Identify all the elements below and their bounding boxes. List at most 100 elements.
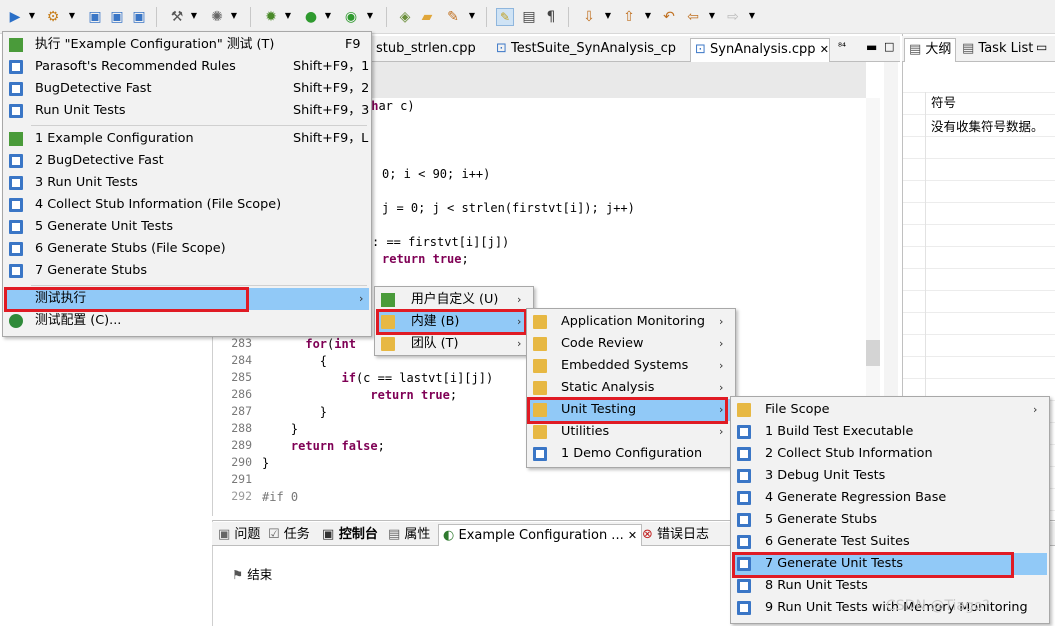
back-icon[interactable]: ⇦: [684, 8, 702, 26]
menu-item-application-monitoring[interactable]: Application Monitoring ›: [529, 311, 733, 333]
last-edit-icon[interactable]: ↶: [660, 8, 678, 26]
run-green-icon[interactable]: ●: [302, 8, 320, 26]
main-toolbar: ▶ ▼ ⚙ ▼ ▣ ▣ ▣ ⚒ ▼ ✺ ▼ ✹ ▼ ● ▼ ◉ ▼ ◈ ▰ ✎ …: [0, 0, 1055, 34]
menu-item-4-collect-stub-info[interactable]: 4 Collect Stub Information (File Scope): [5, 194, 369, 216]
menu-item-7-generate-stubs[interactable]: 7 Generate Stubs: [5, 260, 369, 282]
close-icon[interactable]: ✕: [628, 529, 637, 542]
open-folder-icon[interactable]: ▰: [418, 8, 436, 26]
menu-item-code-review[interactable]: Code Review ›: [529, 333, 733, 355]
chevron-down-icon[interactable]: ▼: [284, 12, 292, 20]
search-icon[interactable]: ✎: [444, 8, 462, 26]
chevron-down-icon[interactable]: ▼: [644, 12, 652, 20]
menu-item-static-analysis[interactable]: Static Analysis ›: [529, 377, 733, 399]
tab-properties[interactable]: ▤ 属性: [388, 524, 430, 546]
menu-item-embedded-systems[interactable]: Embedded Systems ›: [529, 355, 733, 377]
next-annotation-icon[interactable]: ⇩: [580, 8, 598, 26]
menu-item-debug-unit-tests[interactable]: 3 Debug Unit Tests: [733, 465, 1047, 487]
line-number: 290: [231, 455, 252, 469]
close-icon[interactable]: ✕: [820, 43, 829, 56]
paragraph-icon[interactable]: ¶: [542, 8, 560, 26]
chevron-down-icon[interactable]: ▼: [324, 12, 332, 20]
finish-flag-icon: ⚑: [232, 567, 248, 582]
test-icon[interactable]: ▣: [86, 8, 104, 26]
chevron-down-icon[interactable]: ▼: [230, 12, 238, 20]
code-line: }: [262, 422, 299, 436]
test-icon: [9, 264, 23, 278]
block-icon[interactable]: ▤: [520, 8, 538, 26]
menu-item-1-example-configuration[interactable]: 1 Example Configuration Shift+F9，L: [5, 128, 369, 150]
chevron-right-icon: ›: [1033, 403, 1038, 416]
build-icon[interactable]: ⚒: [168, 8, 186, 26]
tab-stub-strlen[interactable]: stub_strlen.cpp: [372, 38, 476, 62]
editor-scrollbar-thumb[interactable]: [866, 340, 880, 366]
chevron-down-icon[interactable]: ▼: [28, 12, 36, 20]
tab-console[interactable]: ▣ 控制台: [322, 524, 378, 546]
task-list-icon: ▤: [962, 41, 979, 56]
chevron-down-icon[interactable]: ▼: [708, 12, 716, 20]
menu-item-3-run-unit-tests[interactable]: 3 Run Unit Tests: [5, 172, 369, 194]
menu-item-user-defined[interactable]: 用户自定义 (U) ›: [377, 289, 531, 311]
menu-item-run-example[interactable]: 执行 "Example Configuration" 测试 (T) F9: [5, 34, 369, 56]
menu-item-recommended-rules[interactable]: Parasoft's Recommended Rules Shift+F9，1: [5, 56, 369, 78]
menu-item-generate-regression-base[interactable]: 4 Generate Regression Base: [733, 487, 1047, 509]
menu-item-unit-testing[interactable]: Unit Testing ›: [529, 399, 733, 421]
test-icon: [9, 154, 23, 168]
prev-annotation-icon[interactable]: ⇧: [620, 8, 638, 26]
forward-icon[interactable]: ⇨: [724, 8, 742, 26]
test-icon: [737, 447, 751, 461]
menu-item-generate-test-suites[interactable]: 6 Generate Test Suites: [733, 531, 1047, 553]
chevron-down-icon[interactable]: ▼: [190, 12, 198, 20]
menu-item-collect-stub-info[interactable]: 2 Collect Stub Information: [733, 443, 1047, 465]
tab-outline[interactable]: ▤ 大纲: [904, 38, 956, 62]
highlight-icon[interactable]: ✎: [496, 8, 514, 26]
open-type-icon[interactable]: ◈: [396, 8, 414, 26]
test-icon: [9, 242, 23, 256]
parasoft-icon[interactable]: ⚙: [44, 8, 62, 26]
menu-item-demo-configuration[interactable]: 1 Demo Configuration: [529, 443, 733, 465]
tab-testsuite[interactable]: ⊡ TestSuite_SynAnalysis_cp: [492, 38, 676, 62]
menu-item-generate-unit-tests[interactable]: 7 Generate Unit Tests: [733, 553, 1047, 575]
menu-item-build-test-executable[interactable]: 1 Build Test Executable: [733, 421, 1047, 443]
maximize-icon[interactable]: □: [884, 40, 894, 53]
menu-item-run-unit-tests[interactable]: Run Unit Tests Shift+F9，3: [5, 100, 369, 122]
tab-task-list[interactable]: ▤ Task List: [958, 38, 1033, 62]
tab-overflow-icon[interactable]: ⁸⁴: [838, 42, 846, 53]
code-line: return true;: [370, 388, 458, 402]
minimize-icon[interactable]: ▬: [866, 40, 877, 54]
menu-item-run-unit-tests[interactable]: 8 Run Unit Tests: [733, 575, 1047, 597]
web-icon[interactable]: ✺: [208, 8, 226, 26]
test-icon[interactable]: ▣: [108, 8, 126, 26]
menu-item-file-scope[interactable]: File Scope ›: [733, 399, 1047, 421]
tab-error-log[interactable]: ⊗ 错误日志: [642, 524, 709, 546]
menu-item-team[interactable]: 团队 (T) ›: [377, 333, 531, 355]
menu-item-test-execution[interactable]: 测试执行 ›: [5, 288, 369, 310]
chevron-down-icon[interactable]: ▼: [468, 12, 476, 20]
minimize-icon[interactable]: ▭: [1036, 40, 1047, 54]
menu-item-generate-stubs[interactable]: 5 Generate Stubs: [733, 509, 1047, 531]
menu-item-bugdetective-fast[interactable]: BugDetective Fast Shift+F9，2: [5, 78, 369, 100]
debug-icon[interactable]: ✹: [262, 8, 280, 26]
chevron-down-icon[interactable]: ▼: [366, 12, 374, 20]
menu-item-2-bugdetective-fast[interactable]: 2 BugDetective Fast: [5, 150, 369, 172]
line-number: 291: [231, 472, 252, 486]
outline-icon: ▤: [909, 42, 926, 57]
run-icon[interactable]: ▶: [6, 8, 24, 26]
watermark: CSDN @Tiago?: [886, 598, 990, 614]
run-external-icon[interactable]: ◉: [342, 8, 360, 26]
menu-item-test-configuration[interactable]: 测试配置 (C)...: [5, 310, 369, 332]
menu-item-5-generate-unit-tests[interactable]: 5 Generate Unit Tests: [5, 216, 369, 238]
tab-example-configuration[interactable]: ◐ Example Configuration ... ✕: [438, 524, 643, 546]
menu-item-6-generate-stubs-file[interactable]: 6 Generate Stubs (File Scope): [5, 238, 369, 260]
tab-problems[interactable]: ▣ 问题: [218, 524, 260, 546]
menu-item-utilities[interactable]: Utilities ›: [529, 421, 733, 443]
line-number: 286: [231, 387, 252, 401]
chevron-down-icon[interactable]: ▼: [748, 12, 756, 20]
chevron-down-icon[interactable]: ▼: [604, 12, 612, 20]
chevron-down-icon[interactable]: ▼: [68, 12, 76, 20]
tab-synanalysis[interactable]: ⊡ SynAnalysis.cpp ✕: [690, 38, 830, 62]
test-icon[interactable]: ▣: [130, 8, 148, 26]
chevron-right-icon: ›: [517, 315, 522, 328]
tab-tasks[interactable]: ☑ 任务: [268, 524, 310, 546]
menu-item-builtin[interactable]: 内建 (B) ›: [377, 311, 531, 333]
line-number: 288: [231, 421, 252, 435]
